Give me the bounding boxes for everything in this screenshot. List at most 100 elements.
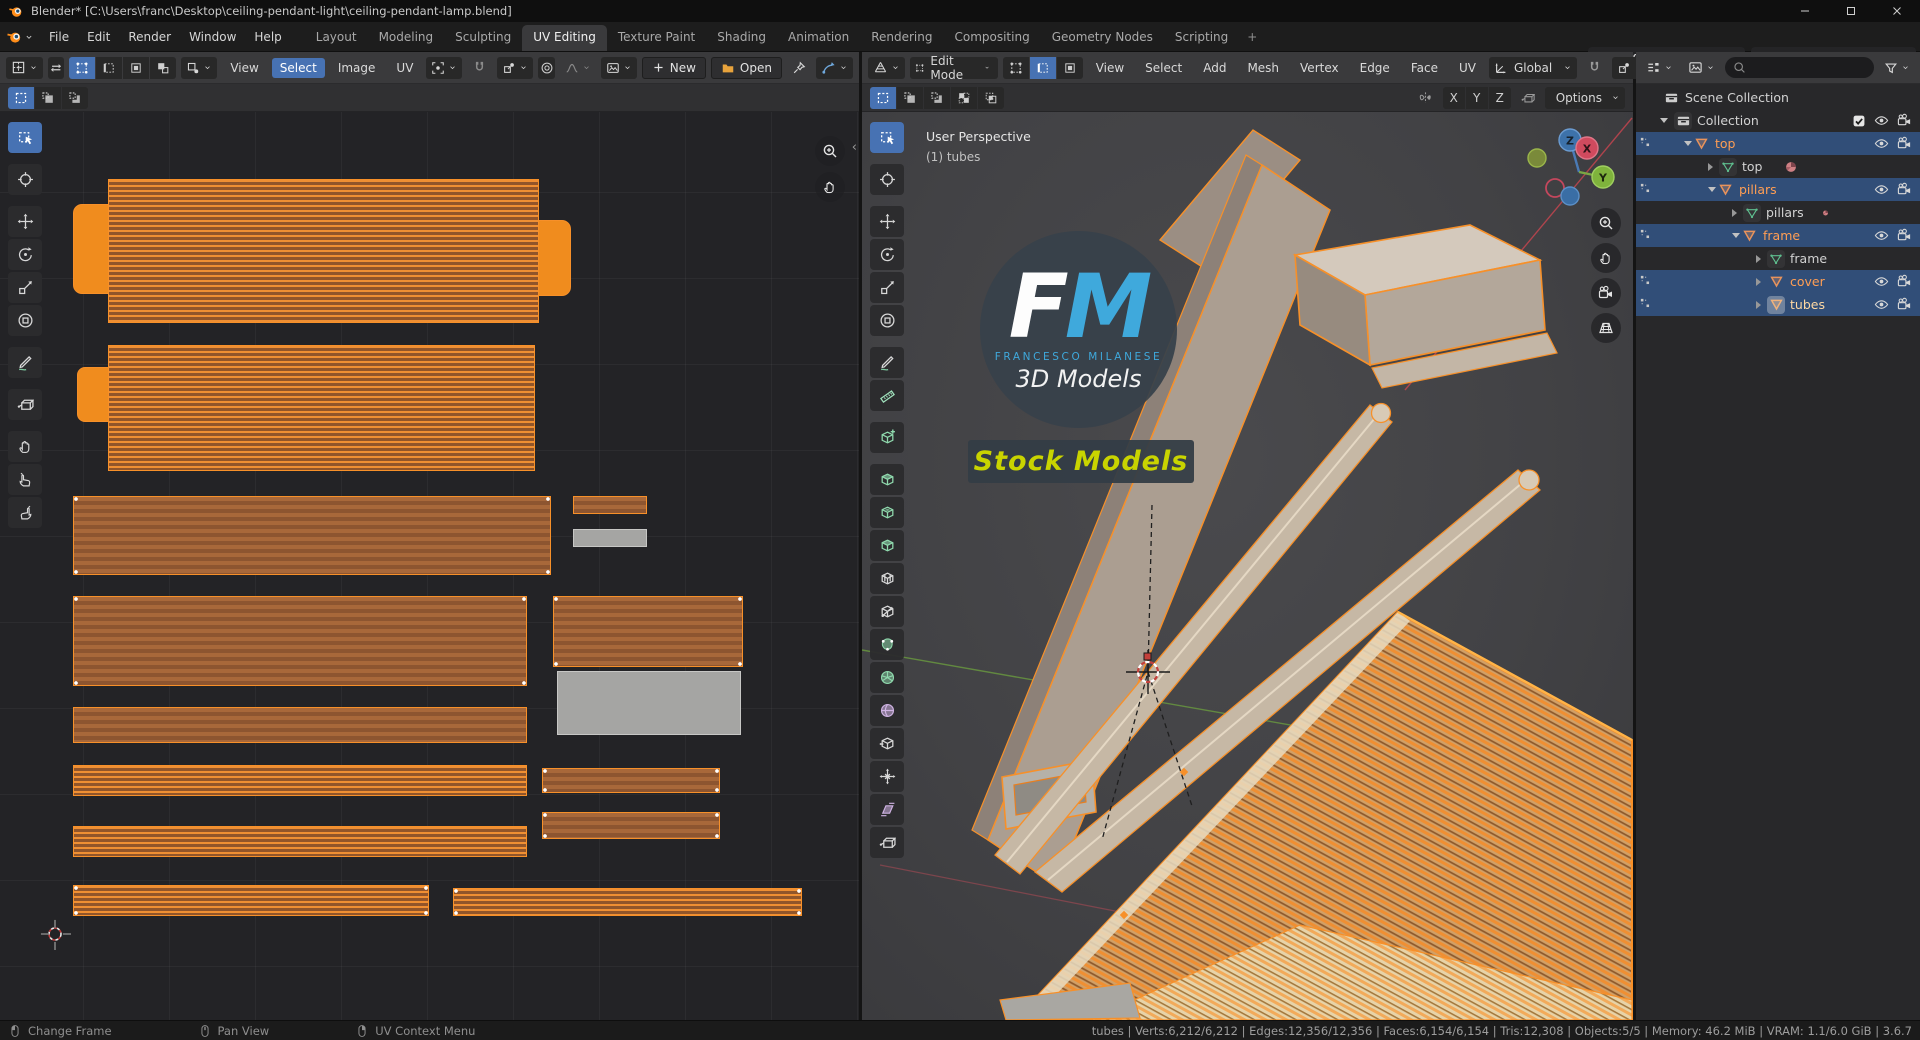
open-image-button[interactable]: Open xyxy=(711,57,782,79)
uv-pin-image-button[interactable] xyxy=(787,57,811,79)
disable-render-camera-icon[interactable] xyxy=(1895,109,1913,132)
uv-sticky-select-button[interactable] xyxy=(181,57,217,79)
uv-tool-select-box[interactable] xyxy=(8,122,42,153)
uv-zoom-icon[interactable] xyxy=(815,136,845,166)
disable-render-camera-icon[interactable] xyxy=(1895,178,1913,201)
uv-island-mode-button[interactable] xyxy=(150,57,176,79)
uv-select-set-button[interactable] xyxy=(8,87,34,109)
vp-tool-cursor[interactable] xyxy=(870,164,904,195)
outliner-filter-button[interactable] xyxy=(1879,57,1915,79)
vp-select-extend-button[interactable] xyxy=(897,87,923,109)
uv-tool-move[interactable] xyxy=(8,206,42,237)
tab-modeling[interactable]: Modeling xyxy=(368,25,445,51)
vp-tool-shear[interactable] xyxy=(870,794,904,825)
uv-select-subtract-button[interactable] xyxy=(62,87,88,109)
vp-select-subtract-button[interactable] xyxy=(924,87,950,109)
expand-arrow-icon[interactable] xyxy=(1684,141,1692,146)
vp-menu-mesh[interactable]: Mesh xyxy=(1239,58,1287,78)
vp-select-invert-button[interactable] xyxy=(951,87,977,109)
tab-geometry-nodes[interactable]: Geometry Nodes xyxy=(1041,25,1164,51)
vp-orthographic-icon[interactable] xyxy=(1591,313,1621,343)
uv-tool-transform[interactable] xyxy=(8,305,42,336)
vp-tool-scale[interactable] xyxy=(870,272,904,303)
uv-menu-image[interactable]: Image xyxy=(330,58,384,78)
menu-window[interactable]: Window xyxy=(180,26,245,48)
vp-tool-select-box[interactable] xyxy=(870,122,904,153)
uv-island-7-right[interactable] xyxy=(542,812,720,839)
add-workspace-button[interactable]: + xyxy=(1239,25,1265,51)
outliner-row-object-top[interactable]: top xyxy=(1636,132,1920,155)
outliner-row-mesh-top[interactable]: top xyxy=(1636,155,1920,178)
vp-menu-edge[interactable]: Edge xyxy=(1352,58,1398,78)
vp-tool-knife[interactable] xyxy=(870,596,904,627)
expand-arrow-icon[interactable] xyxy=(1708,187,1716,192)
uv-tool-pinch[interactable] xyxy=(8,497,42,528)
outliner-row-object-frame[interactable]: frame xyxy=(1636,224,1920,247)
vp-pan-icon[interactable] xyxy=(1591,243,1621,273)
vp-select-set-button[interactable] xyxy=(870,87,896,109)
hide-eye-icon[interactable] xyxy=(1872,132,1890,155)
outliner-filter-id-button[interactable] xyxy=(1683,57,1720,79)
uv-tool-relax[interactable] xyxy=(8,464,42,495)
uv-island-5[interactable] xyxy=(73,707,527,743)
uv-island-1-right-tab[interactable] xyxy=(538,220,571,296)
vp-tool-move[interactable] xyxy=(870,206,904,237)
uv-proportional-falloff-button[interactable] xyxy=(560,57,596,79)
vp-tool-bevel[interactable] xyxy=(870,530,904,561)
vp-tool-measure[interactable] xyxy=(870,380,904,411)
expand-arrow-icon[interactable] xyxy=(1708,163,1713,171)
uv-island-6[interactable] xyxy=(73,765,527,796)
uv-region-collapse-icon[interactable]: ‹ xyxy=(852,140,857,155)
disable-render-camera-icon[interactable] xyxy=(1895,224,1913,247)
menu-file[interactable]: File xyxy=(40,26,78,48)
uv-island-8[interactable] xyxy=(73,885,429,916)
tab-animation[interactable]: Animation xyxy=(777,25,860,51)
vp-tool-rotate[interactable] xyxy=(870,239,904,270)
uv-canvas[interactable]: ‹ xyxy=(0,112,859,1020)
mirror-z-button[interactable]: Z xyxy=(1489,87,1511,109)
uv-tool-rip-region[interactable] xyxy=(8,389,42,420)
outliner-search-input[interactable] xyxy=(1725,57,1874,78)
transform-orientation-dropdown[interactable]: Global xyxy=(1489,57,1577,79)
mirror-icon[interactable] xyxy=(1413,87,1439,109)
maximize-button[interactable] xyxy=(1828,0,1874,22)
tab-rendering[interactable]: Rendering xyxy=(860,25,943,51)
vp-menu-vertex[interactable]: Vertex xyxy=(1292,58,1347,78)
vp-tool-poly-build[interactable] xyxy=(870,629,904,660)
minimize-button[interactable] xyxy=(1782,0,1828,22)
uv-island-4-right[interactable] xyxy=(553,596,743,667)
disable-render-camera-icon[interactable] xyxy=(1895,270,1913,293)
mirror-y-button[interactable]: Y xyxy=(1466,87,1488,109)
hide-eye-icon[interactable] xyxy=(1872,293,1890,316)
vp-tool-extrude-region[interactable] xyxy=(870,464,904,495)
mode-dropdown[interactable]: Edit Mode xyxy=(910,57,998,79)
blender-menu-button[interactable] xyxy=(0,25,40,49)
mirror-x-button[interactable]: X xyxy=(1443,87,1465,109)
vp-tool-smooth[interactable] xyxy=(870,695,904,726)
expand-arrow-icon[interactable] xyxy=(1732,209,1737,217)
uv-image-selector[interactable] xyxy=(601,57,637,79)
vp-camera-view-icon[interactable] xyxy=(1591,278,1621,308)
uv-menu-view[interactable]: View xyxy=(222,58,266,78)
outliner-row-mesh-pillars[interactable]: pillars xyxy=(1636,201,1920,224)
uv-pan-icon[interactable] xyxy=(815,172,845,202)
outliner-row-scene-collection[interactable]: Scene Collection xyxy=(1636,86,1920,109)
tab-shading[interactable]: Shading xyxy=(706,25,777,51)
vp-tool-annotate[interactable] xyxy=(870,347,904,378)
vp-tool-spin[interactable] xyxy=(870,662,904,693)
vp-menu-select[interactable]: Select xyxy=(1137,58,1190,78)
uv-vertex-mode-button[interactable] xyxy=(69,57,95,79)
uv-island-1-left-tab[interactable] xyxy=(73,204,109,294)
options-dropdown[interactable]: Options xyxy=(1545,87,1625,109)
uv-island-3b[interactable] xyxy=(573,529,647,547)
vp-menu-face[interactable]: Face xyxy=(1403,58,1446,78)
disable-render-camera-icon[interactable] xyxy=(1895,132,1913,155)
uv-pivot-button[interactable] xyxy=(426,57,462,79)
uv-island-7[interactable] xyxy=(73,826,527,857)
vp-tool-rip-region[interactable] xyxy=(870,827,904,858)
uv-snap-toggle[interactable] xyxy=(467,57,492,79)
vp-tool-edge-slide[interactable] xyxy=(870,728,904,759)
uv-island-4[interactable] xyxy=(73,596,527,686)
vp-zoom-icon[interactable] xyxy=(1591,208,1621,238)
uv-island-3[interactable] xyxy=(73,496,551,575)
